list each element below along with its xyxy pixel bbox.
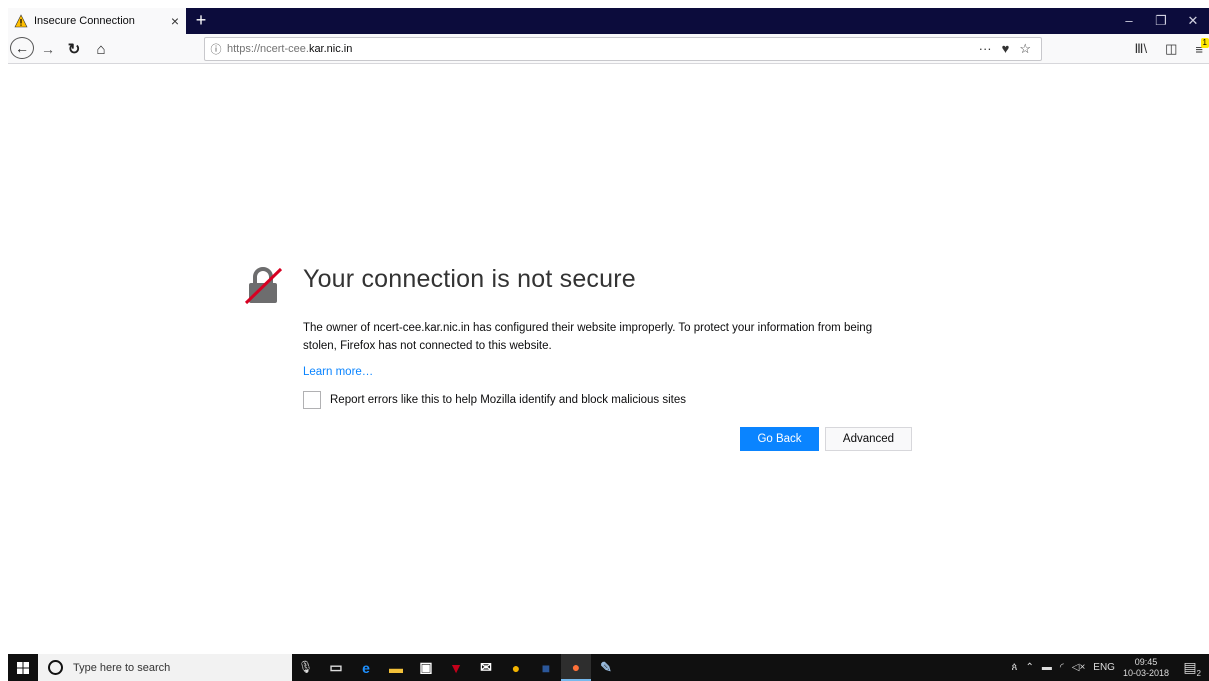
chrome-icon[interactable]: ● xyxy=(501,654,531,681)
advanced-button[interactable]: Advanced xyxy=(825,427,912,451)
language-indicator[interactable]: ENG xyxy=(1093,662,1115,673)
volume-muted-icon[interactable]: ◁× xyxy=(1072,662,1086,673)
tab-strip: Insecure Connection × + – ❐ ✕ xyxy=(8,8,1209,34)
page-title: Your connection is not secure xyxy=(303,265,636,293)
error-description: The owner of ncert-cee.kar.nic.in has co… xyxy=(303,322,873,352)
windows-logo-icon xyxy=(17,661,29,674)
learn-more-link[interactable]: Learn more… xyxy=(303,366,373,378)
warning-icon xyxy=(14,14,28,28)
clock[interactable]: 09:45 10-03-2018 xyxy=(1123,657,1169,679)
people-icon[interactable]: ጰ xyxy=(1012,662,1018,673)
windows-taskbar: Type here to search 🎙 ▭ e ▬ ▣ ▼ ✉ ● ■ ● … xyxy=(8,654,1209,681)
word-icon[interactable]: ■ xyxy=(531,654,561,681)
cortana-icon xyxy=(48,660,63,675)
microphone-icon[interactable]: 🎙 xyxy=(298,660,313,674)
mail-icon[interactable]: ✉ xyxy=(471,654,501,681)
sidebar-icon[interactable]: ◫ xyxy=(1165,41,1177,57)
battery-icon[interactable]: ▬ xyxy=(1042,662,1052,673)
close-window-button[interactable]: ✕ xyxy=(1177,8,1209,34)
broken-lock-icon xyxy=(244,267,283,305)
tab-close-icon[interactable]: × xyxy=(164,13,186,29)
navigation-toolbar: ← → ↻ ⌂ ⓘ https://ncert-cee. kar.nic.in ·… xyxy=(8,34,1209,64)
file-explorer-icon[interactable]: ▬ xyxy=(381,654,411,681)
back-button[interactable]: ← xyxy=(10,37,34,59)
url-bar[interactable]: ⓘ https://ncert-cee. kar.nic.in ··· ♥ ☆ xyxy=(204,37,1042,61)
hamburger-menu-button[interactable]: ≡ 1 xyxy=(1195,37,1209,57)
mcafee-icon[interactable]: ▼ xyxy=(441,654,471,681)
taskbar-apps: ▭ e ▬ ▣ ▼ ✉ ● ■ ● ✎ xyxy=(321,654,621,681)
clock-date: 10-03-2018 xyxy=(1122,667,1169,678)
report-errors-row: Report errors like this to help Mozilla … xyxy=(303,391,686,409)
reload-button[interactable]: ↻ xyxy=(63,37,85,61)
tab-title: Insecure Connection xyxy=(34,15,135,27)
task-view-icon[interactable]: ▭ xyxy=(321,654,351,681)
window-controls: – ❐ ✕ xyxy=(1113,8,1209,34)
page-actions: ··· ♥ ☆ xyxy=(979,41,1041,57)
report-errors-label: Report errors like this to help Mozilla … xyxy=(330,394,687,406)
update-badge: 1 xyxy=(1200,37,1209,48)
clock-time: 09:45 xyxy=(1134,656,1158,667)
restore-button[interactable]: ❐ xyxy=(1145,8,1177,34)
pocket-icon[interactable]: ♥ xyxy=(1002,41,1010,57)
minimize-button[interactable]: – xyxy=(1113,8,1145,34)
bookmark-star-icon[interactable]: ☆ xyxy=(1019,41,1031,57)
paint-icon[interactable]: ✎ xyxy=(591,654,621,681)
toolbar-right: Ⅲ\ ◫ ≡ 1 xyxy=(1135,37,1209,61)
firefox-icon[interactable]: ● xyxy=(561,654,591,681)
url-prefix: https://ncert-cee. xyxy=(227,43,309,55)
action-center-icon[interactable]: ▤2 xyxy=(1183,659,1201,678)
system-tray: ጰ ⌃ ▬ ◜ ◁× ENG 09:45 10-03-2018 xyxy=(1012,654,1169,681)
show-hidden-icons-icon[interactable]: ⌃ xyxy=(1025,662,1033,673)
home-button[interactable]: ⌂ xyxy=(90,37,112,61)
tab-insecure-connection[interactable]: Insecure Connection × xyxy=(8,8,186,34)
new-tab-button[interactable]: + xyxy=(190,8,212,34)
notification-count: 2 xyxy=(1196,668,1201,678)
url-host: kar.nic.in xyxy=(308,43,353,55)
library-icon[interactable]: Ⅲ\ xyxy=(1135,41,1148,57)
go-back-button[interactable]: Go Back xyxy=(740,427,819,451)
wifi-icon[interactable]: ◜ xyxy=(1060,662,1064,673)
page-actions-menu-icon[interactable]: ··· xyxy=(979,41,992,57)
report-errors-checkbox[interactable] xyxy=(303,391,321,409)
search-placeholder: Type here to search xyxy=(73,661,171,674)
forward-button[interactable]: → xyxy=(38,37,58,61)
taskbar-search[interactable]: Type here to search xyxy=(38,654,292,681)
start-button[interactable] xyxy=(8,654,38,681)
site-info-icon[interactable]: ⓘ xyxy=(205,41,227,57)
store-icon[interactable]: ▣ xyxy=(411,654,441,681)
edge-icon[interactable]: e xyxy=(351,654,381,681)
